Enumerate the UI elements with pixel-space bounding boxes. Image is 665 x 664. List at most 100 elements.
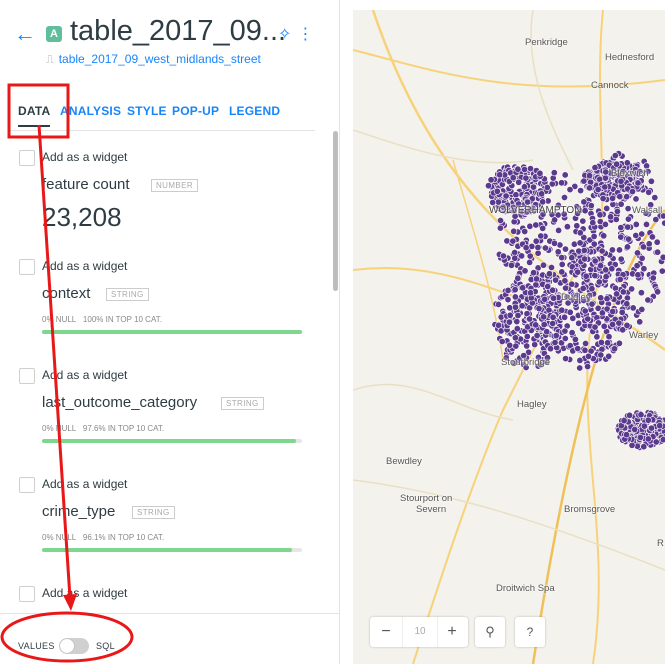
crime-point (523, 332, 531, 340)
crime-point (575, 319, 583, 327)
crime-point (530, 183, 538, 191)
crime-point (580, 198, 588, 206)
crime-point (561, 313, 569, 321)
crime-point (647, 424, 655, 432)
add-widget-checkbox[interactable] (19, 586, 35, 602)
crime-point (645, 240, 653, 248)
crime-point (603, 204, 611, 212)
widget-list[interactable]: Add as a widget feature count NUMBER 23,… (0, 131, 339, 611)
crime-point (605, 352, 613, 360)
minus-icon[interactable]: − (370, 617, 402, 647)
add-widget-checkbox[interactable] (19, 368, 35, 384)
add-widget-checkbox[interactable] (19, 259, 35, 275)
crime-point (631, 425, 639, 433)
crime-point (624, 205, 632, 213)
category-bar-fill (42, 330, 302, 334)
crime-point (634, 179, 642, 187)
crime-point (569, 314, 577, 322)
crime-point (613, 160, 621, 168)
values-sql-toggle[interactable] (59, 638, 89, 654)
tab-analysis[interactable]: ANALYSIS (60, 104, 121, 118)
search-button[interactable]: ⚲ (475, 617, 505, 647)
crime-point (535, 305, 543, 313)
map-view[interactable]: Penkridge Hednesford Cannock Bloxwich WO… (353, 10, 665, 664)
map-label: Hednesford (605, 52, 655, 63)
arrow-left-icon[interactable]: ← (14, 22, 38, 46)
crime-point (512, 191, 520, 199)
crime-point (511, 293, 519, 301)
panel-header: ← A table_2017_09... ✧⋮ ⎍ table_2017_09_w… (0, 0, 339, 90)
crime-point (513, 318, 521, 326)
layer-source[interactable]: ⎍ table_2017_09_west_midlands_street (46, 52, 261, 67)
crime-point (555, 226, 563, 234)
crime-point (616, 193, 624, 201)
crime-point (499, 252, 507, 260)
help-button[interactable]: ? (515, 617, 545, 647)
crime-point (623, 300, 631, 308)
column-stats: 0% NULL 100% IN TOP 10 CAT. (42, 315, 162, 324)
column-type-tag: STRING (132, 506, 175, 519)
crime-point (561, 334, 569, 342)
crime-point (576, 356, 584, 364)
crime-point (615, 319, 623, 327)
zoom-control: − 10 + (370, 617, 468, 647)
crime-point (504, 286, 512, 294)
link-icon: ⎍ (46, 54, 54, 66)
tab-style[interactable]: STYLE (127, 104, 167, 118)
crime-point (617, 255, 625, 263)
crime-point (511, 254, 519, 262)
crime-point (576, 229, 584, 237)
crime-point (597, 351, 605, 359)
crime-point (615, 246, 623, 254)
layer-badge: A (46, 26, 62, 42)
crime-point (605, 333, 613, 341)
crime-point (563, 223, 571, 231)
tab-popup[interactable]: POP-UP (172, 104, 219, 118)
add-widget-checkbox[interactable] (19, 150, 35, 166)
crime-point (649, 274, 657, 282)
crime-point (561, 194, 569, 202)
crime-point (645, 188, 653, 196)
add-widget-checkbox[interactable] (19, 477, 35, 493)
crime-point (634, 271, 642, 279)
crime-point (617, 224, 625, 232)
layer-title[interactable]: table_2017_09... (70, 15, 286, 48)
crime-point (601, 174, 609, 182)
scrollbar[interactable] (333, 131, 338, 291)
crime-point (528, 242, 536, 250)
null-percent: 0% NULL (42, 424, 77, 433)
crime-point (550, 294, 558, 302)
crime-point (573, 222, 581, 230)
values-label: VALUES (18, 641, 55, 651)
tab-data[interactable]: DATA (18, 104, 51, 127)
crime-point (612, 215, 620, 223)
crime-point (585, 352, 593, 360)
column-name: crime_type (42, 503, 116, 520)
panel-tabs: DATA ANALYSIS STYLE POP-UP LEGEND (10, 100, 315, 131)
crime-point (562, 245, 570, 253)
crime-point (640, 443, 648, 451)
crime-point (568, 280, 576, 288)
crime-point (591, 257, 599, 265)
crime-point (626, 411, 634, 419)
tab-legend[interactable]: LEGEND (229, 104, 280, 118)
map-label: Bromsgrove (564, 504, 616, 515)
crime-point (656, 422, 664, 430)
crime-point (574, 345, 582, 353)
map-label: Droitwich Spa (496, 583, 555, 594)
crime-point (534, 249, 542, 257)
crime-point (522, 174, 530, 182)
crime-point (637, 411, 645, 419)
map-label: Hagley (517, 399, 547, 410)
crime-point (568, 254, 576, 262)
crime-point (498, 337, 506, 345)
crime-point (511, 286, 519, 294)
crime-point (644, 435, 652, 443)
plus-icon[interactable]: + (436, 617, 468, 647)
sparkle-icon[interactable]: ✧ (278, 26, 297, 43)
crime-point (651, 194, 659, 202)
null-percent: 0% NULL (42, 315, 77, 324)
crime-point (568, 329, 576, 337)
more-options-icon[interactable]: ⋮ (297, 26, 319, 43)
crime-point (581, 346, 589, 354)
